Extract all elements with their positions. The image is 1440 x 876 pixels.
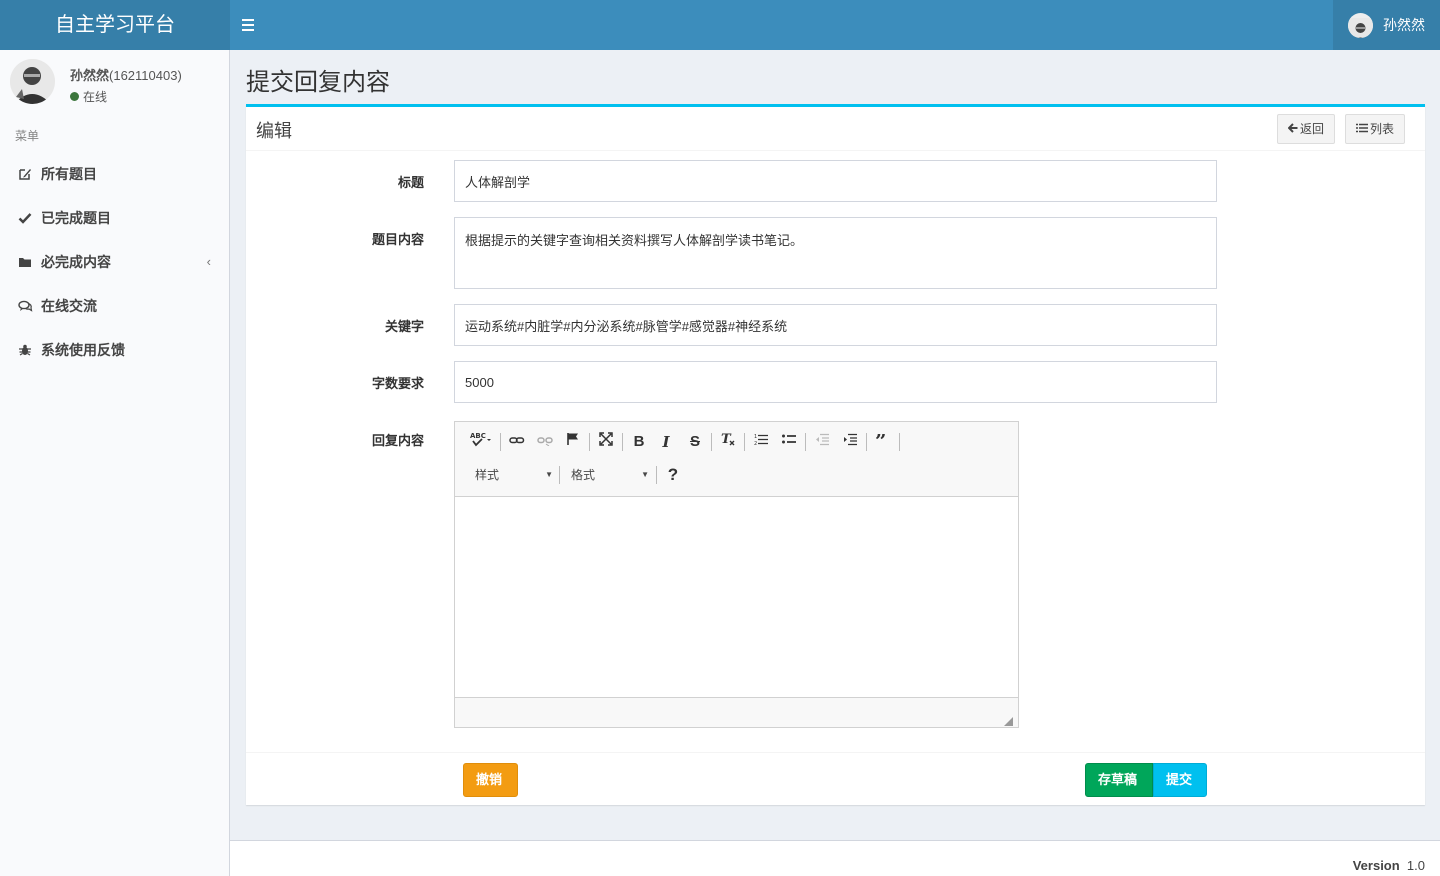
- box-footer: 撤销 存草稿 提交: [246, 752, 1425, 808]
- avatar: [1348, 13, 1373, 38]
- style-combo[interactable]: 样式 ▼: [467, 464, 553, 486]
- page-title: 提交回复内容: [246, 69, 390, 96]
- sidebar-item-label: 已完成题目: [41, 210, 111, 226]
- keywords-label: 关键字: [384, 319, 424, 334]
- svg-text:1: 1: [754, 434, 757, 440]
- content-label: 题目内容: [371, 232, 424, 247]
- spellcheck-icon[interactable]: ABC: [467, 431, 495, 453]
- sidebar-item-label: 系统使用反馈: [41, 342, 125, 358]
- toolbar-separator: [744, 433, 745, 451]
- maximize-icon[interactable]: [594, 431, 618, 453]
- sidebar: 孙然然(162110403) 在线 菜单 所有题目 已完成题目 必完成内容 ‹ …: [0, 50, 230, 876]
- sidebar-item-feedback[interactable]: 系统使用反馈: [0, 328, 229, 372]
- title-field[interactable]: 人体解剖学: [454, 160, 1217, 202]
- indent-icon[interactable]: [838, 431, 862, 453]
- strikethrough-icon[interactable]: S: [683, 431, 707, 453]
- remove-format-icon[interactable]: T: [716, 431, 740, 453]
- toolbar-separator: [656, 466, 657, 484]
- submit-button[interactable]: 提交: [1153, 763, 1207, 797]
- user-name: 孙然然: [1383, 17, 1425, 33]
- top-navbar: 自主学习平台 孙然然: [0, 0, 1440, 50]
- bug-icon: [18, 330, 34, 356]
- toolbar-separator: [622, 433, 623, 451]
- menu-header: 菜单: [15, 129, 40, 143]
- sidebar-item-required[interactable]: 必完成内容 ‹: [0, 240, 229, 284]
- toolbar-separator: [899, 433, 900, 451]
- toolbar-separator: [500, 433, 501, 451]
- save-draft-button[interactable]: 存草稿: [1085, 763, 1153, 797]
- sidebar-item-label: 必完成内容: [41, 254, 111, 270]
- wordcount-field[interactable]: 5000: [454, 361, 1217, 403]
- svg-text:ABC: ABC: [470, 432, 486, 440]
- user-panel: 孙然然(162110403) 在线: [10, 59, 220, 107]
- anchor-flag-icon[interactable]: [561, 431, 585, 453]
- wordcount-label: 字数要求: [371, 376, 424, 391]
- sidebar-item-completed[interactable]: 已完成题目: [0, 196, 229, 240]
- page-footer: Version 1.0: [230, 840, 1440, 876]
- box-header: 编辑 返回 列表: [246, 107, 1425, 151]
- editor-status-bar: [455, 697, 1018, 727]
- outdent-icon[interactable]: [810, 431, 834, 453]
- chevron-left-icon: ‹: [206, 254, 211, 269]
- edit-box: 编辑 返回 列表 标题 人体解剖学 题目内容 根据提示的关键字查询相关资料撰写人…: [246, 104, 1425, 805]
- user-status: 在线: [70, 88, 107, 105]
- reply-label: 回复内容: [371, 433, 424, 448]
- toolbar-separator: [559, 466, 560, 484]
- editor-toolbar: ABC B I S T 12 ” 样式 ▼ 格式 ▼ ?: [455, 422, 1018, 497]
- app-logo[interactable]: 自主学习平台: [0, 0, 230, 50]
- content-field[interactable]: 根据提示的关键字查询相关资料撰写人体解剖学读书笔记。: [454, 217, 1217, 289]
- rich-text-editor: ABC B I S T 12 ” 样式 ▼ 格式 ▼ ?: [454, 421, 1019, 728]
- comments-icon: [18, 286, 34, 312]
- check-icon: [18, 198, 34, 224]
- arrow-left-icon: [1287, 122, 1298, 136]
- version-info: Version 1.0: [1352, 858, 1425, 873]
- box-title: 编辑: [256, 121, 292, 141]
- toolbar-separator: [711, 433, 712, 451]
- edit-icon: [18, 154, 34, 180]
- cancel-button[interactable]: 撤销: [463, 763, 518, 797]
- blockquote-icon[interactable]: ”: [871, 429, 895, 453]
- sidebar-toggle-icon[interactable]: [242, 15, 260, 35]
- svg-text:2: 2: [754, 441, 757, 446]
- folder-icon: [18, 242, 34, 267]
- sidebar-item-label: 所有题目: [41, 166, 97, 182]
- sidebar-item-chat[interactable]: 在线交流: [0, 284, 229, 328]
- user-panel-name: 孙然然(162110403): [70, 68, 182, 83]
- resize-grip-icon[interactable]: [1004, 713, 1013, 726]
- sidebar-item-label: 在线交流: [41, 298, 97, 314]
- caret-down-icon: ▼: [545, 470, 553, 479]
- sidebar-item-all-topics[interactable]: 所有题目: [0, 152, 229, 196]
- italic-icon[interactable]: I: [654, 431, 678, 453]
- keywords-field[interactable]: 运动系统#内脏学#内分泌系统#脉管学#感觉器#神经系统: [454, 304, 1217, 346]
- list-button[interactable]: 列表: [1345, 114, 1405, 144]
- list-icon: [1356, 122, 1368, 136]
- numbered-list-icon[interactable]: 12: [749, 431, 773, 453]
- online-status-icon: [70, 92, 79, 101]
- unlink-icon[interactable]: [533, 431, 557, 453]
- bulleted-list-icon[interactable]: [777, 431, 801, 453]
- bold-icon[interactable]: B: [627, 431, 651, 453]
- avatar: [10, 59, 55, 104]
- back-button[interactable]: 返回: [1277, 114, 1335, 144]
- help-icon[interactable]: ?: [661, 464, 685, 486]
- svg-text:”: ”: [875, 434, 887, 446]
- editor-content-area[interactable]: [455, 497, 1018, 697]
- link-icon[interactable]: [505, 431, 529, 453]
- format-combo[interactable]: 格式 ▼: [563, 464, 649, 486]
- title-label: 标题: [397, 175, 424, 190]
- caret-down-icon: ▼: [641, 470, 649, 479]
- toolbar-separator: [805, 433, 806, 451]
- user-menu[interactable]: 孙然然: [1333, 0, 1440, 50]
- toolbar-separator: [866, 433, 867, 451]
- toolbar-separator: [589, 433, 590, 451]
